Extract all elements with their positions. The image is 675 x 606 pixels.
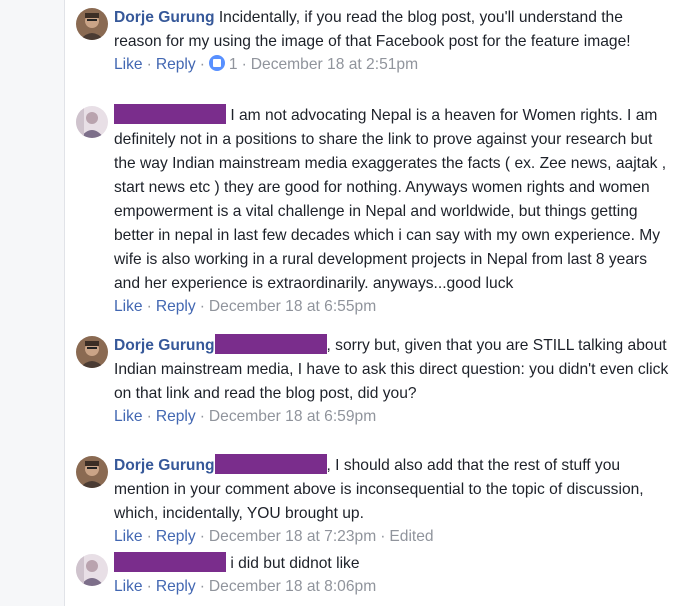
reply-button[interactable]: Reply	[156, 578, 196, 595]
separator: ·	[199, 408, 205, 425]
like-button[interactable]: Like	[114, 408, 143, 425]
comment-text: i did but didnot like	[114, 552, 674, 576]
separator: ·	[199, 298, 205, 315]
left-gutter	[0, 0, 65, 606]
comment-text: Dorje Gurung, sorry but, given that you …	[114, 334, 674, 406]
like-button[interactable]: Like	[114, 56, 143, 73]
separator: ·	[241, 56, 247, 73]
redacted-name	[114, 552, 226, 572]
comment-actions: Like · Reply · 1 · December 18 at 2:51pm	[114, 54, 674, 76]
avatar[interactable]	[76, 554, 108, 586]
avatar[interactable]	[76, 336, 108, 368]
comment-text: Dorje Gurung, I should also add that the…	[114, 454, 674, 526]
comment-body: i did but didnot like	[226, 555, 360, 572]
separator: ·	[199, 56, 205, 73]
reply-button[interactable]: Reply	[156, 528, 196, 545]
comment-thread: Dorje Gurung Incidentally, if you read t…	[64, 0, 675, 606]
separator: ·	[199, 528, 205, 545]
user-avatar-photo-icon	[76, 456, 108, 488]
comment-actions: Like · Reply · December 18 at 7:23pm · Edited	[114, 526, 674, 548]
user-avatar-photo-icon	[76, 554, 108, 586]
separator: ·	[146, 528, 152, 545]
user-avatar-photo-icon	[76, 106, 108, 138]
redacted-name	[114, 104, 226, 124]
comment-actions: Like · Reply · December 18 at 6:59pm	[114, 406, 674, 428]
user-avatar-photo-icon	[76, 8, 108, 40]
separator: ·	[146, 408, 152, 425]
comment-body: I am not advocating Nepal is a heaven fo…	[114, 107, 667, 292]
comment-actions: Like · Reply · December 18 at 6:55pm	[114, 296, 674, 318]
reply-button[interactable]: Reply	[156, 408, 196, 425]
comment-actions: Like · Reply · December 18 at 8:06pm	[114, 576, 674, 598]
comment-author[interactable]: Dorje Gurung	[114, 457, 215, 474]
comment-text: I am not advocating Nepal is a heaven fo…	[114, 104, 674, 296]
comment-text: Dorje Gurung Incidentally, if you read t…	[114, 6, 674, 54]
like-reaction-icon[interactable]	[208, 55, 225, 71]
reaction-count[interactable]: 1	[229, 56, 238, 73]
comment-author[interactable]: Dorje Gurung	[114, 9, 215, 26]
reply-button[interactable]: Reply	[156, 56, 196, 73]
timestamp[interactable]: December 18 at 6:55pm	[209, 298, 376, 315]
user-avatar-photo-icon	[76, 336, 108, 368]
timestamp[interactable]: December 18 at 7:23pm	[209, 528, 376, 545]
avatar[interactable]	[76, 106, 108, 138]
edited-label[interactable]: Edited	[389, 528, 433, 545]
timestamp[interactable]: December 18 at 6:59pm	[209, 408, 376, 425]
separator: ·	[146, 578, 152, 595]
reply-button[interactable]: Reply	[156, 298, 196, 315]
redacted-name	[214, 454, 327, 474]
separator: ·	[146, 56, 152, 73]
separator: ·	[199, 578, 205, 595]
comment-author[interactable]: Dorje Gurung	[114, 337, 215, 354]
timestamp[interactable]: December 18 at 2:51pm	[251, 56, 418, 73]
redacted-name	[214, 334, 327, 354]
separator: ·	[146, 298, 152, 315]
like-button[interactable]: Like	[114, 528, 143, 545]
separator: ·	[380, 528, 386, 545]
like-button[interactable]: Like	[114, 578, 143, 595]
timestamp[interactable]: December 18 at 8:06pm	[209, 578, 376, 595]
avatar[interactable]	[76, 456, 108, 488]
avatar[interactable]	[76, 8, 108, 40]
like-button[interactable]: Like	[114, 298, 143, 315]
